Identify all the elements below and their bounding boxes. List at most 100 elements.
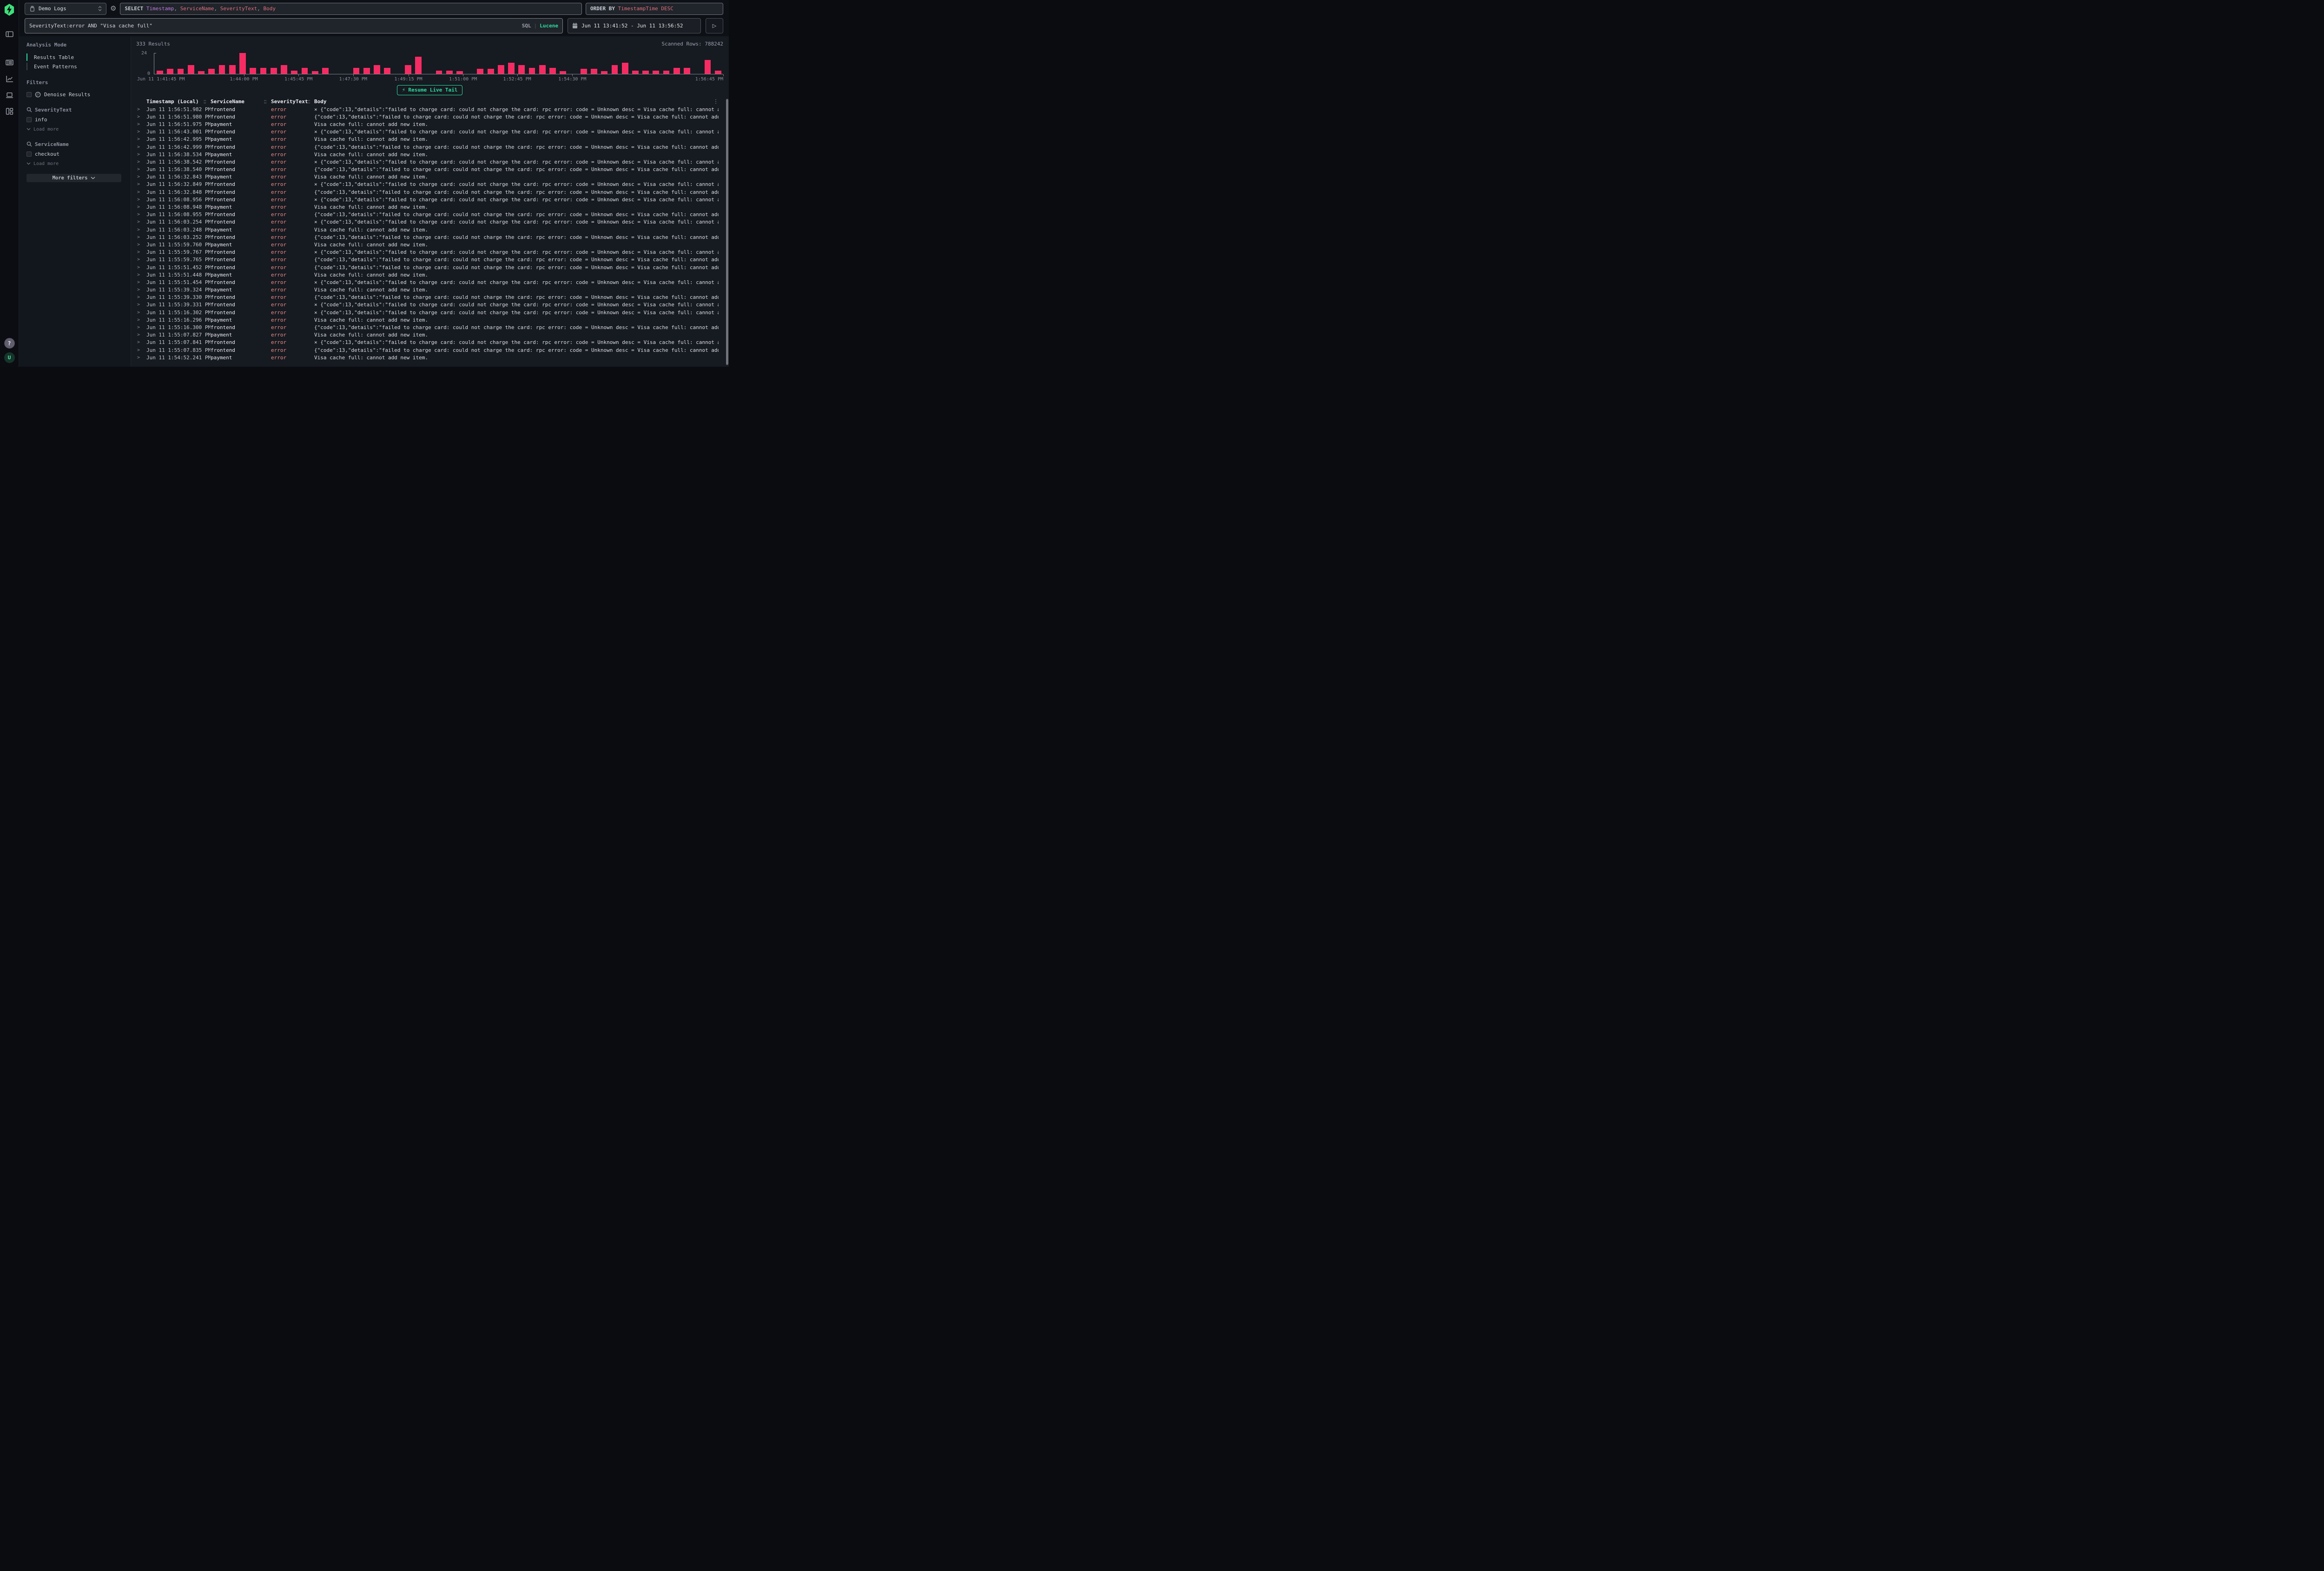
row-expand-icon[interactable]: > <box>136 272 146 277</box>
log-row[interactable]: >Jun 11 1:56:03.254 PMfrontenderror× {"c… <box>136 218 719 226</box>
column-resize-handle[interactable] <box>264 99 266 105</box>
log-row[interactable]: >Jun 11 1:55:39.331 PMfrontenderror× {"c… <box>136 301 719 309</box>
row-expand-icon[interactable]: > <box>136 212 146 217</box>
row-expand-icon[interactable]: > <box>136 340 146 345</box>
panel-left-icon[interactable] <box>6 30 13 38</box>
log-row[interactable]: >Jun 11 1:55:07.827 PMpaymenterrorVisa c… <box>136 331 719 339</box>
row-expand-icon[interactable]: > <box>136 332 146 337</box>
lucene-mode-button[interactable]: Lucene <box>540 23 558 29</box>
load-more-service[interactable]: Load more <box>26 160 125 167</box>
row-expand-icon[interactable]: > <box>136 219 146 224</box>
select-columns-input[interactable]: SELECT Timestamp, ServiceName, SeverityT… <box>120 3 582 15</box>
user-avatar[interactable]: U <box>4 352 15 363</box>
row-expand-icon[interactable]: > <box>136 114 146 119</box>
log-row[interactable]: >Jun 11 1:56:03.252 PMfrontenderror{"cod… <box>136 233 719 241</box>
facet-option-info[interactable]: info <box>26 115 125 124</box>
dashboard-icon[interactable] <box>6 107 13 115</box>
row-expand-icon[interactable]: > <box>136 159 146 165</box>
results-histogram[interactable]: 24 0 Jun 11 1:41:45 PM1:44:00 PM1:45:45 … <box>136 53 723 83</box>
hyperdx-logo-icon[interactable] <box>4 4 14 16</box>
row-expand-icon[interactable]: > <box>136 287 146 292</box>
log-row[interactable]: >Jun 11 1:55:39.324 PMpaymenterrorVisa c… <box>136 286 719 294</box>
table-options-kebab-icon[interactable]: ⋮ <box>713 98 719 105</box>
scrollbar-thumb[interactable] <box>726 99 728 365</box>
row-expand-icon[interactable]: > <box>136 205 146 210</box>
log-row[interactable]: >Jun 11 1:55:59.767 PMfrontenderror× {"c… <box>136 249 719 256</box>
log-row[interactable]: >Jun 11 1:56:51.980 PMfrontenderror{"cod… <box>136 113 719 120</box>
denoise-checkbox[interactable] <box>26 92 32 97</box>
help-button[interactable]: ? <box>4 338 15 349</box>
row-expand-icon[interactable]: > <box>136 122 146 127</box>
log-row[interactable]: >Jun 11 1:56:38.534 PMpaymenterrorVisa c… <box>136 151 719 158</box>
row-expand-icon[interactable]: > <box>136 174 146 179</box>
log-row[interactable]: >Jun 11 1:56:03.248 PMpaymenterrorVisa c… <box>136 226 719 233</box>
source-settings-gear-icon[interactable]: ⚙ <box>110 5 116 12</box>
log-row[interactable]: >Jun 11 1:56:32.848 PMfrontenderror{"cod… <box>136 188 719 196</box>
log-row[interactable]: >Jun 11 1:56:32.849 PMfrontenderror× {"c… <box>136 181 719 188</box>
checkout-checkbox[interactable] <box>26 152 32 157</box>
mode-results-table[interactable]: Results Table <box>26 53 125 62</box>
row-expand-icon[interactable]: > <box>136 227 146 232</box>
row-expand-icon[interactable]: > <box>136 107 146 112</box>
orderby-input[interactable]: ORDER BY TimestampTime DESC <box>586 3 723 15</box>
row-expand-icon[interactable]: > <box>136 265 146 270</box>
log-row[interactable]: >Jun 11 1:55:39.330 PMfrontenderror{"cod… <box>136 294 719 301</box>
column-resize-handle[interactable] <box>308 99 310 105</box>
log-row[interactable]: >Jun 11 1:56:08.955 PMfrontenderror{"cod… <box>136 211 719 218</box>
source-select[interactable]: Demo Logs <box>25 3 106 15</box>
search-input[interactable]: SeverityText:error AND "Visa cache full"… <box>25 18 563 33</box>
log-row[interactable]: >Jun 11 1:55:16.300 PMfrontenderror{"cod… <box>136 323 719 331</box>
row-expand-icon[interactable]: > <box>136 250 146 255</box>
search-icon[interactable] <box>26 107 32 112</box>
row-expand-icon[interactable]: > <box>136 190 146 195</box>
row-expand-icon[interactable]: > <box>136 242 146 247</box>
row-expand-icon[interactable]: > <box>136 355 146 360</box>
sql-mode-button[interactable]: SQL <box>522 23 531 29</box>
row-expand-icon[interactable]: > <box>136 325 146 330</box>
log-row[interactable]: >Jun 11 1:56:08.956 PMfrontenderror× {"c… <box>136 196 719 203</box>
table-scrollbar[interactable] <box>726 98 728 366</box>
row-expand-icon[interactable]: > <box>136 348 146 353</box>
log-row[interactable]: >Jun 11 1:55:16.296 PMpaymenterrorVisa c… <box>136 316 719 323</box>
date-range-picker[interactable]: Jun 11 13:41:52 - Jun 11 13:56:52 <box>568 18 701 33</box>
search-logs-icon[interactable] <box>6 59 13 66</box>
info-checkbox[interactable] <box>26 117 32 122</box>
chart-icon[interactable] <box>6 75 13 83</box>
more-filters-button[interactable]: More filters <box>26 174 121 182</box>
facet-option-checkout[interactable]: checkout <box>26 150 125 158</box>
laptop-sessions-icon[interactable] <box>6 91 13 99</box>
log-row[interactable]: >Jun 11 1:56:42.995 PMpaymenterrorVisa c… <box>136 136 719 143</box>
row-expand-icon[interactable]: > <box>136 145 146 150</box>
row-expand-icon[interactable]: > <box>136 280 146 285</box>
log-row[interactable]: >Jun 11 1:56:42.999 PMfrontenderror{"cod… <box>136 143 719 151</box>
row-expand-icon[interactable]: > <box>136 302 146 307</box>
log-row[interactable]: >Jun 11 1:56:51.982 PMfrontenderror× {"c… <box>136 106 719 113</box>
log-row[interactable]: >Jun 11 1:55:51.452 PMfrontenderror{"cod… <box>136 264 719 271</box>
row-expand-icon[interactable]: > <box>136 257 146 262</box>
row-expand-icon[interactable]: > <box>136 317 146 323</box>
log-row[interactable]: >Jun 11 1:56:08.948 PMpaymenterrorVisa c… <box>136 203 719 211</box>
mode-event-patterns[interactable]: Event Patterns <box>26 62 125 71</box>
log-row[interactable]: >Jun 11 1:56:43.001 PMfrontenderror× {"c… <box>136 128 719 136</box>
log-row[interactable]: >Jun 11 1:56:38.540 PMfrontenderror{"cod… <box>136 166 719 173</box>
log-row[interactable]: >Jun 11 1:56:51.975 PMpaymenterrorVisa c… <box>136 120 719 128</box>
row-expand-icon[interactable]: > <box>136 137 146 142</box>
log-row[interactable]: >Jun 11 1:55:51.454 PMfrontenderror× {"c… <box>136 278 719 286</box>
resume-live-tail-button[interactable]: ⚡ Resume Live Tail <box>397 85 463 95</box>
log-row[interactable]: >Jun 11 1:56:38.542 PMfrontenderror× {"c… <box>136 158 719 165</box>
row-expand-icon[interactable]: > <box>136 129 146 134</box>
log-row[interactable]: >Jun 11 1:54:52.241 PMpaymenterrorVisa c… <box>136 354 719 361</box>
column-resize-handle[interactable] <box>204 99 206 105</box>
row-expand-icon[interactable]: > <box>136 182 146 187</box>
log-row[interactable]: >Jun 11 1:56:32.843 PMpaymenterrorVisa c… <box>136 173 719 181</box>
log-row[interactable]: >Jun 11 1:55:59.765 PMfrontenderror{"cod… <box>136 256 719 264</box>
log-row[interactable]: >Jun 11 1:55:16.302 PMfrontenderror× {"c… <box>136 309 719 316</box>
row-expand-icon[interactable]: > <box>136 295 146 300</box>
denoise-results-toggle[interactable]: Denoise Results <box>26 90 125 99</box>
search-icon[interactable] <box>26 141 32 147</box>
log-row[interactable]: >Jun 11 1:55:07.841 PMfrontenderror× {"c… <box>136 339 719 346</box>
log-row[interactable]: >Jun 11 1:55:59.760 PMpaymenterrorVisa c… <box>136 241 719 248</box>
row-expand-icon[interactable]: > <box>136 310 146 315</box>
row-expand-icon[interactable]: > <box>136 167 146 172</box>
log-row[interactable]: >Jun 11 1:55:07.835 PMfrontenderror{"cod… <box>136 346 719 354</box>
